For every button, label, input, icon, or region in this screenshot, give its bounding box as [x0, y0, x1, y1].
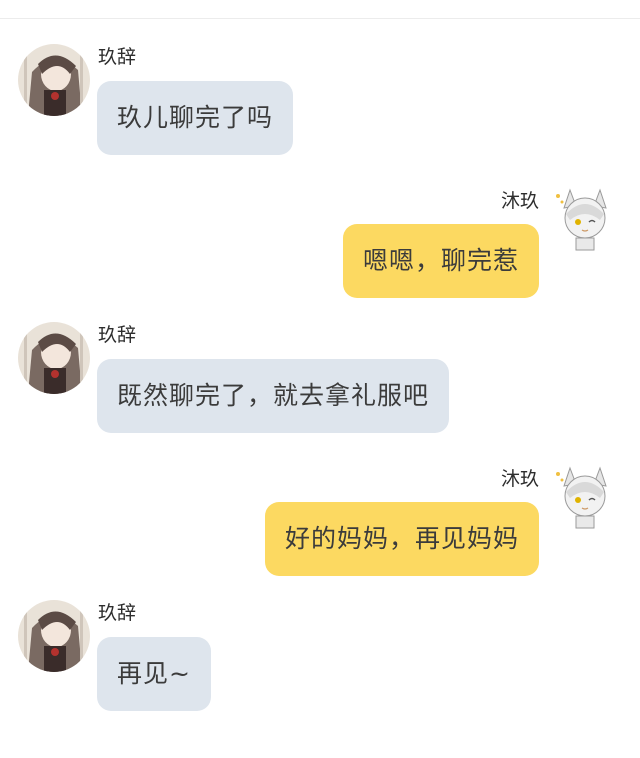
sender-name: 沐玖: [500, 468, 539, 490]
message-bubble[interactable]: 好的妈妈，再见妈妈: [264, 502, 539, 576]
sender-name: 玖辞: [98, 46, 137, 68]
sender-avatar-icon[interactable]: [18, 322, 90, 394]
sender-avatar-icon[interactable]: [18, 600, 90, 672]
message-bubble[interactable]: 既然聊完了，就去拿礼服吧: [97, 359, 450, 433]
sender-name: 玖辞: [98, 602, 137, 624]
sender-avatar-icon[interactable]: [554, 464, 616, 529]
sender-name: 沐玖: [500, 190, 539, 212]
message-bubble[interactable]: 再见~: [97, 637, 211, 711]
sender-avatar-icon[interactable]: [554, 186, 616, 251]
message-bubble[interactable]: 嗯嗯，聊完惹: [342, 224, 539, 298]
sender-avatar-icon[interactable]: [18, 44, 90, 116]
message-bubble[interactable]: 玖儿聊完了吗: [97, 81, 294, 155]
sender-name: 玖辞: [98, 324, 137, 346]
top-divider: [0, 18, 640, 19]
